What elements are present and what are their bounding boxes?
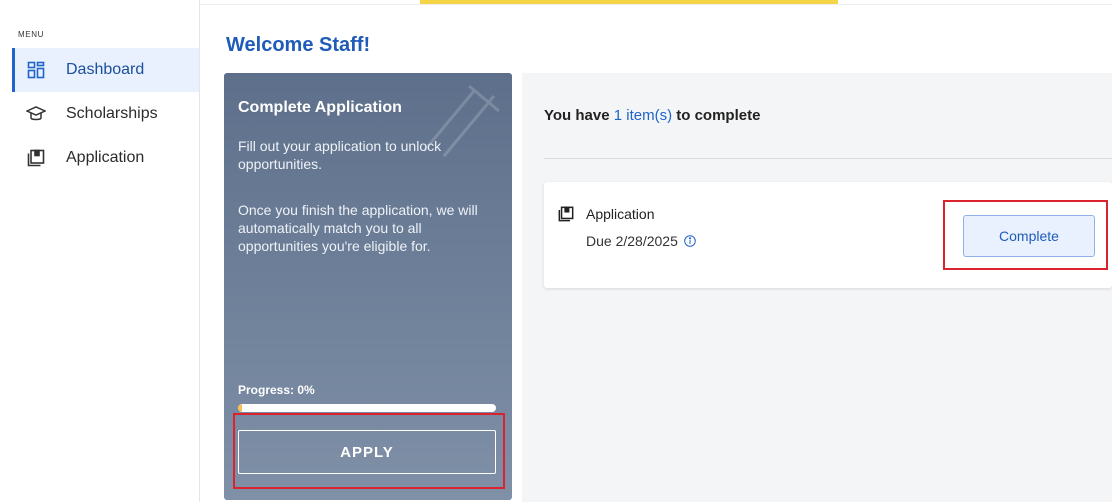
sidebar-item-label: Dashboard (66, 61, 145, 78)
sidebar-item-application[interactable]: Application (12, 136, 199, 180)
sidebar-item-scholarships[interactable]: Scholarships (12, 92, 199, 136)
apply-button[interactable]: APPLY (238, 430, 496, 474)
page-title: Welcome Staff! (226, 34, 371, 56)
task-title: Application (586, 206, 655, 222)
progress-bar (238, 404, 496, 412)
sidebar-item-label: Scholarships (66, 105, 158, 122)
task-card: Application Due 2/28/2025 Complete (544, 182, 1112, 288)
graduation-cap-icon (26, 104, 46, 124)
todo-suffix: to complete (672, 107, 761, 124)
divider (544, 158, 1112, 159)
todo-summary: You have 1 item(s) to complete (544, 107, 760, 124)
card-description-secondary: Once you finish the application, we will… (238, 202, 478, 254)
application-copy-icon (26, 148, 46, 168)
menu-label: MENU (18, 30, 44, 39)
sidebar-item-label: Application (66, 149, 145, 166)
card-description: Fill out your application to unlock oppo… (238, 138, 442, 172)
sidebar-item-dashboard[interactable]: Dashboard (12, 48, 199, 92)
application-card: Complete Application Fill out your appli… (224, 73, 512, 500)
todo-count-link[interactable]: 1 item(s) (614, 107, 672, 124)
top-divider (200, 4, 1112, 5)
info-icon[interactable] (684, 235, 696, 247)
card-title: Complete Application (238, 99, 402, 116)
todo-panel: You have 1 item(s) to complete Applicati… (522, 73, 1112, 502)
progress-fill (238, 404, 242, 412)
application-copy-icon (558, 206, 574, 222)
due-date-text: Due 2/28/2025 (586, 233, 678, 249)
task-due-date: Due 2/28/2025 (586, 233, 696, 249)
progress-label: Progress: 0% (238, 383, 315, 397)
sidebar: MENU Dashboard Scholarships Application (0, 0, 200, 502)
dashboard-grid-icon (26, 60, 46, 80)
todo-prefix: You have (544, 107, 614, 124)
complete-button[interactable]: Complete (963, 215, 1095, 257)
